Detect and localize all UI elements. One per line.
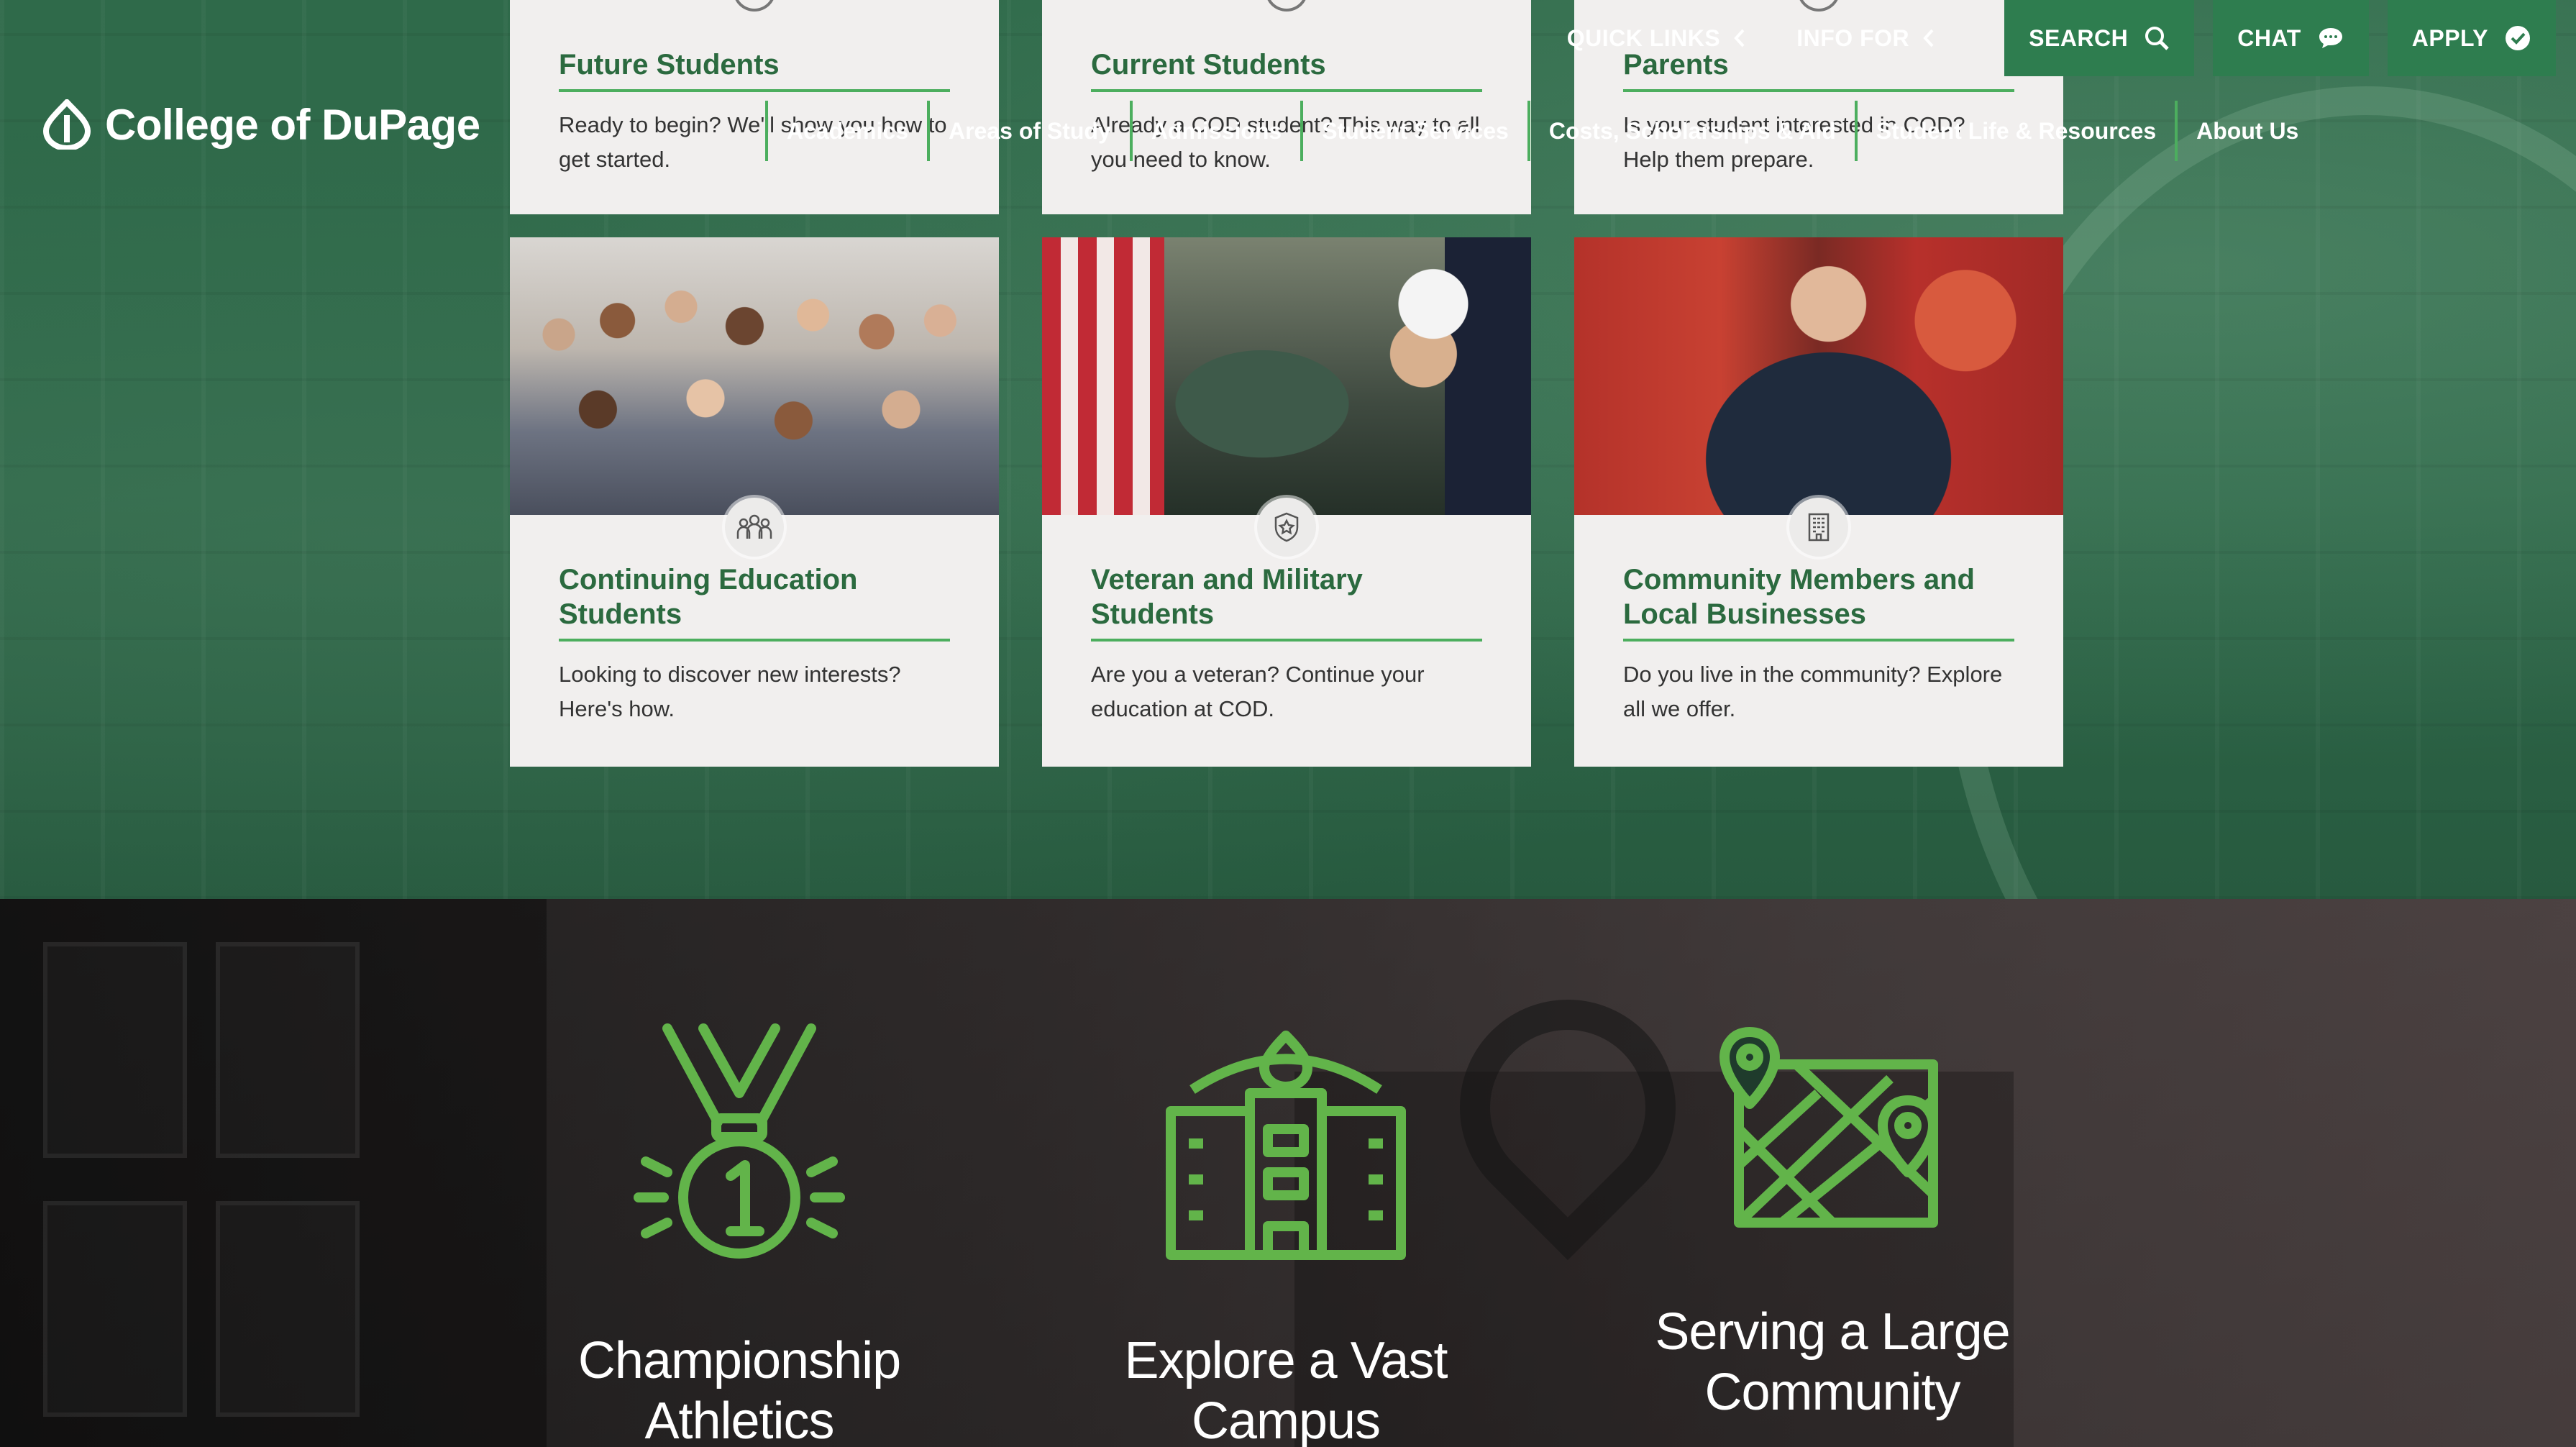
chat-bubble-icon: [2319, 28, 2342, 48]
building-window: [216, 1201, 360, 1417]
building-window: [216, 942, 360, 1158]
nav-student-life-resources[interactable]: Student Life & Resources: [1854, 101, 2175, 161]
card-title[interactable]: Future Students: [510, 0, 999, 82]
audience-card-veteran-military[interactable]: Veteran and Military Students Are you a …: [1042, 237, 1531, 767]
building-icon: [1789, 498, 1848, 557]
card-title[interactable]: Current Students: [1042, 0, 1531, 82]
stat-championship-athletics: Championship Athletics: [538, 1021, 941, 1447]
chevron-left-icon: [1923, 29, 1934, 47]
nav-areas-of-study[interactable]: Areas of Study: [926, 101, 1130, 161]
chevron-left-icon: [1734, 29, 1745, 47]
nav-student-services[interactable]: Student Services: [1300, 101, 1527, 161]
building-window: [43, 1201, 187, 1417]
stat-label: Explore a Vast Campus: [1124, 1332, 1448, 1447]
main-nav: Academics Areas of Study Admissions Stud…: [765, 101, 2317, 161]
card-description: Do you live in the community? Explore al…: [1623, 662, 2003, 721]
chat-button[interactable]: CHAT: [2213, 0, 2369, 76]
card-description: Looking to discover new interests? Here'…: [559, 662, 901, 721]
search-icon: [2145, 27, 2170, 50]
quick-links-button[interactable]: QUICK LINKS: [1567, 25, 1747, 52]
nav-academics[interactable]: Academics: [765, 101, 927, 161]
page: Future Students Ready to begin? We'll sh…: [0, 0, 2576, 1447]
info-for-label: INFO FOR: [1796, 24, 1910, 51]
audience-card-community-business[interactable]: Community Members and Local Businesses D…: [1574, 237, 2063, 767]
info-for-button[interactable]: INFO FOR: [1796, 25, 1935, 52]
card-description: Are you a veteran? Continue your educati…: [1091, 662, 1425, 721]
apply-label: APPLY: [2411, 24, 2488, 51]
campus-building-icon: [1166, 1031, 1406, 1260]
card-photo-military: [1042, 237, 1531, 515]
utility-nav: QUICK LINKS INFO FOR SEARCH CHAT APPLY: [1567, 0, 2556, 76]
apply-button[interactable]: APPLY: [2387, 0, 2556, 76]
search-button[interactable]: SEARCH: [2004, 0, 2195, 76]
military-badge-icon: [1257, 498, 1316, 557]
quick-links-label: QUICK LINKS: [1566, 24, 1721, 51]
stat-label: Serving a Large Community: [1655, 1303, 2010, 1421]
nav-admissions[interactable]: Admissions: [1129, 101, 1300, 161]
site-logo[interactable]: College of DuPage: [42, 99, 480, 150]
medal-icon: [634, 1023, 845, 1259]
check-circle-icon: [2506, 26, 2530, 50]
group-icon: [725, 498, 784, 557]
card-photo-crowd: [510, 237, 999, 515]
site-name: College of DuPage: [105, 100, 480, 149]
nav-about-us[interactable]: About Us: [2175, 101, 2317, 161]
map-icon: [1719, 1027, 1938, 1228]
card-photo-business-owner: [1574, 237, 2063, 515]
dupage-logo-icon: [42, 99, 91, 150]
stat-label: Championship Athletics: [577, 1332, 901, 1447]
chat-label: CHAT: [2237, 24, 2301, 51]
stat-vast-campus: Explore a Vast Campus: [1084, 1021, 1487, 1447]
search-label: SEARCH: [2029, 24, 2129, 51]
audience-card-continuing-education[interactable]: Continuing Education Students Looking to…: [510, 237, 999, 767]
nav-costs-scholarships-aid[interactable]: Costs, Scholarships & Aid: [1527, 101, 1855, 161]
stat-large-community: Serving a Large Community: [1631, 1021, 2034, 1423]
building-window: [43, 942, 187, 1158]
